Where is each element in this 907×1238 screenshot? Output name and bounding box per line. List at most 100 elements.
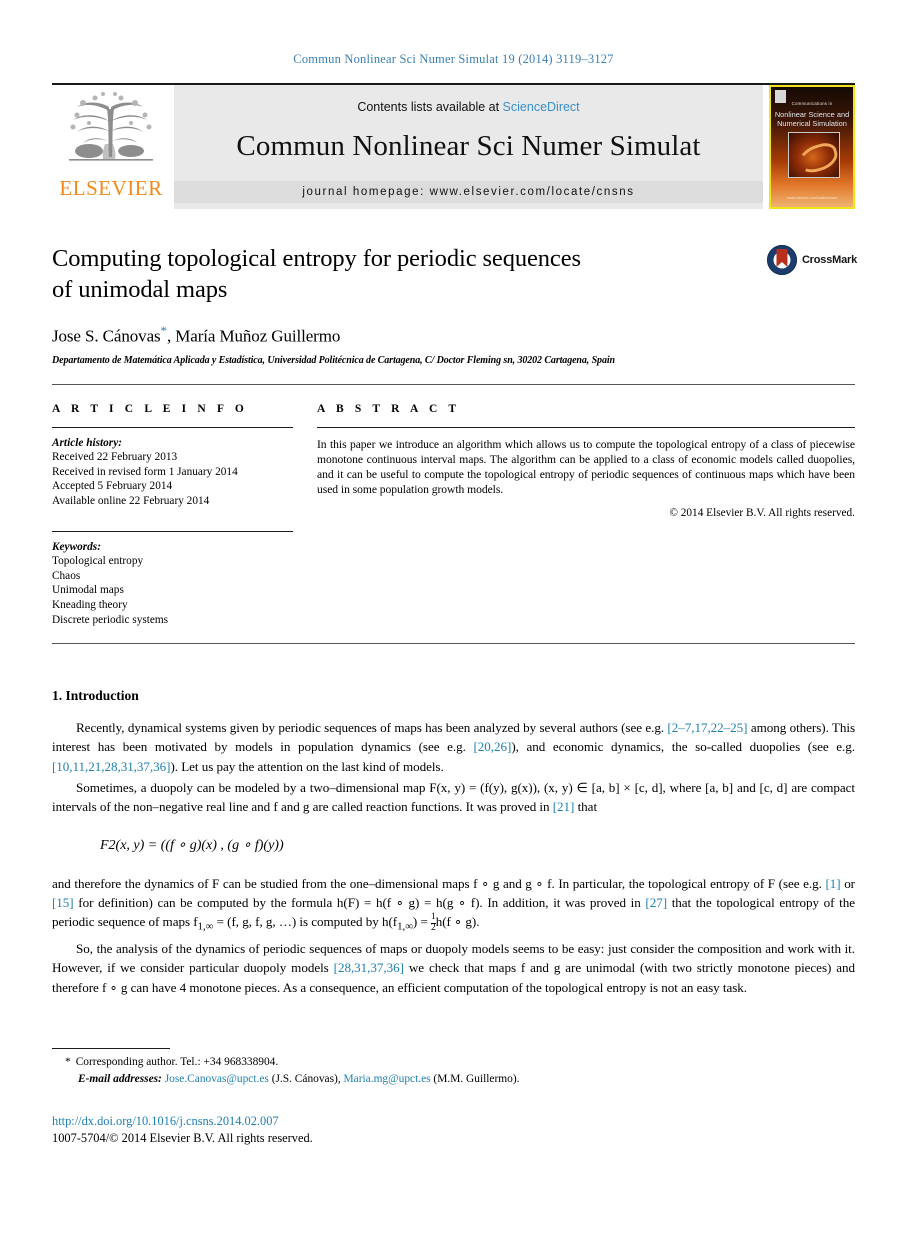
- paragraph-2: Sometimes, a duopoly can be modeled by a…: [52, 778, 855, 817]
- crossmark-label: CrossMark: [801, 254, 857, 266]
- elsevier-tree-icon: [59, 89, 163, 177]
- p3-part-a: and therefore the dynamics of F can be s…: [52, 875, 826, 891]
- citation-ref[interactable]: [20,26]: [473, 739, 511, 754]
- citation-ref[interactable]: [10,11,21,28,31,37,36]: [52, 759, 170, 774]
- cover-line1: Communications in: [791, 101, 833, 106]
- citation-ref[interactable]: [1]: [825, 876, 840, 891]
- author-primary[interactable]: Jose S. Cánovas: [52, 327, 161, 346]
- formula-mid: ) =: [412, 914, 432, 930]
- contents-available-line: Contents lists available at ScienceDirec…: [357, 100, 579, 114]
- doi-block: http://dx.doi.org/10.1016/j.cnsns.2014.0…: [52, 1113, 313, 1146]
- article-history-label: Article history:: [52, 436, 122, 449]
- formula-head: h(f: [381, 914, 398, 930]
- journal-banner: Contents lists available at ScienceDirec…: [174, 85, 763, 209]
- footnote-block: * Corresponding author. Tel.: +34 9683389…: [52, 1048, 855, 1087]
- keywords-label: Keywords:: [52, 540, 101, 553]
- elsevier-logo: ELSEVIER: [52, 85, 170, 209]
- corresponding-author-note: * Corresponding author. Tel.: +34 9683389…: [52, 1054, 855, 1070]
- abstract-rule: [317, 426, 855, 428]
- running-head: Commun Nonlinear Sci Numer Simulat 19 (2…: [293, 52, 614, 66]
- p1-part-c: ), and economic dynamics, the so-called …: [511, 739, 855, 755]
- article-info-heading: A R T I C L E I N F O: [52, 402, 248, 415]
- email-link-1[interactable]: Jose.Canovas@upct.es: [165, 1073, 269, 1085]
- p1-part-d: ). Let us pay the attention on the last …: [170, 758, 444, 774]
- email-owner-2: (M.M. Guillermo).: [430, 1073, 520, 1085]
- asterisk-marker: *: [65, 1056, 71, 1068]
- formula-tail: h(f ∘ g).: [435, 914, 480, 930]
- paragraph-1: Recently, dynamical systems given by per…: [52, 718, 855, 776]
- info-abstract-row: A R T I C L E I N F O Article history: R…: [52, 403, 855, 628]
- p2-part-a: Sometimes, a duopoly can be modeled by a…: [52, 780, 855, 815]
- journal-masthead: ELSEVIER Contents lists available at Sci…: [52, 83, 855, 209]
- abstract-heading: A B S T R A C T: [317, 402, 461, 415]
- keyword-item: Kneading theory: [52, 599, 128, 611]
- display-equation: F2(x, y) = ((f ∘ g)(x) , (g ∘ f)(y)): [100, 837, 855, 854]
- divider-below-abstract: [52, 643, 855, 645]
- equation-text: F2(x, y) = ((f ∘ g)(x) , (g ∘ f)(y)): [100, 837, 284, 853]
- cover-line3-text: Numerical Simulation: [777, 119, 847, 128]
- citation-ref[interactable]: [2–7,17,22–25]: [667, 720, 747, 735]
- journal-title: Commun Nonlinear Sci Numer Simulat: [236, 129, 701, 162]
- email-link-2[interactable]: Maria.mg@upct.es: [344, 1073, 431, 1085]
- p2-part-b: that: [574, 799, 598, 815]
- cover-url: www.elsevier.com/locate/cnsns: [787, 196, 837, 200]
- abstract-column: A B S T R A C T In this paper we introdu…: [317, 403, 855, 628]
- abstract-copyright: © 2014 Elsevier B.V. All rights reserved…: [669, 507, 855, 520]
- cover-artwork: [788, 132, 840, 178]
- paragraph-3: and therefore the dynamics of F can be s…: [52, 874, 855, 938]
- title-line-1: Computing topological entropy for period…: [52, 245, 581, 272]
- crossmark-icon: [766, 245, 797, 275]
- history-item: Accepted 5 February 2014: [52, 480, 173, 493]
- citation-ref[interactable]: [28,31,37,36]: [334, 960, 404, 975]
- paragraph-4: So, the analysis of the dynamics of peri…: [52, 939, 855, 997]
- section-heading-introduction: 1. Introduction: [52, 688, 139, 704]
- author-list: Jose S. Cánovas*, María Muñoz Guillermo: [52, 323, 855, 347]
- page-title: Computing topological entropy for period…: [52, 243, 692, 305]
- email-owner-1: (J.S. Cánovas),: [268, 1073, 344, 1085]
- divider-above-info: [52, 383, 855, 385]
- cover-line2: Nonlinear Science and Numerical Simulati…: [771, 110, 853, 128]
- citation-ref[interactable]: [21]: [553, 799, 575, 814]
- email-label: E-mail addresses:: [78, 1073, 162, 1085]
- keywords-block: Keywords: Topological entropy Chaos Unim…: [52, 540, 293, 628]
- title-block: CrossMark Computing topological entropy …: [52, 243, 857, 366]
- article-info-rule: [52, 426, 293, 428]
- sciencedirect-link[interactable]: ScienceDirect: [503, 100, 580, 114]
- keyword-item: Unimodal maps: [52, 584, 124, 597]
- history-item: Received in revised form 1 January 2014: [52, 465, 238, 478]
- keyword-item: Chaos: [52, 569, 81, 582]
- p3-part-c: for definition) can be computed by the f…: [73, 894, 646, 910]
- article-info-column: A R T I C L E I N F O Article history: R…: [52, 403, 317, 628]
- p3-part-b: or: [840, 875, 855, 891]
- cover-line2-text: Nonlinear Science and: [774, 110, 850, 119]
- article-history-block: Article history: Received 22 February 20…: [52, 436, 293, 509]
- elsevier-wordmark: ELSEVIER: [59, 176, 163, 200]
- citation-ref[interactable]: [27]: [645, 895, 667, 910]
- inline-formula: h(f1,∞) = 1 2 h(f ∘ g).: [381, 912, 480, 933]
- introduction-section: 1. Introduction Recently, dynamical syst…: [52, 688, 855, 997]
- doi-link[interactable]: http://dx.doi.org/10.1016/j.cnsns.2014.0…: [52, 1113, 313, 1130]
- formula-sub: 1,∞: [397, 920, 413, 933]
- keyword-item: Discrete periodic systems: [52, 613, 169, 626]
- paper-page: Commun Nonlinear Sci Numer Simulat 19 (2…: [0, 0, 907, 1238]
- history-item: Received 22 February 2013: [52, 451, 178, 464]
- corresponding-author-text: Corresponding author. Tel.: +34 96833890…: [75, 1056, 279, 1068]
- keyword-item: Topological entropy: [52, 555, 144, 568]
- p1-part-a: Recently, dynamical systems given by per…: [76, 720, 668, 736]
- crossmark-badge[interactable]: CrossMark: [766, 245, 857, 275]
- footnote-rule: [52, 1048, 170, 1049]
- affiliation: Departamento de Matemática Aplicada y Es…: [52, 354, 616, 366]
- contents-prefix: Contents lists available at: [357, 99, 503, 114]
- journal-homepage-bar[interactable]: journal homepage: www.elsevier.com/locat…: [174, 180, 763, 203]
- p3-part-e: = (f, g, f, g, …) is computed by: [213, 914, 379, 930]
- keywords-rule: [52, 530, 293, 532]
- abstract-text: In this paper we introduce an algorithm …: [317, 437, 855, 497]
- citation-ref[interactable]: [15]: [52, 895, 74, 910]
- email-addresses-note: E-mail addresses: Jose.Canovas@upct.es (…: [52, 1071, 855, 1087]
- history-item: Available online 22 February 2014: [52, 495, 210, 508]
- title-line-2: of unimodal maps: [52, 276, 228, 303]
- author-secondary[interactable]: , María Muñoz Guillermo: [167, 327, 340, 346]
- p3-subscript: 1,∞: [197, 920, 214, 933]
- issn-copyright-line: 1007-5704/© 2014 Elsevier B.V. All right…: [52, 1130, 313, 1145]
- journal-cover-thumbnail: Communications in Nonlinear Science and …: [769, 85, 855, 209]
